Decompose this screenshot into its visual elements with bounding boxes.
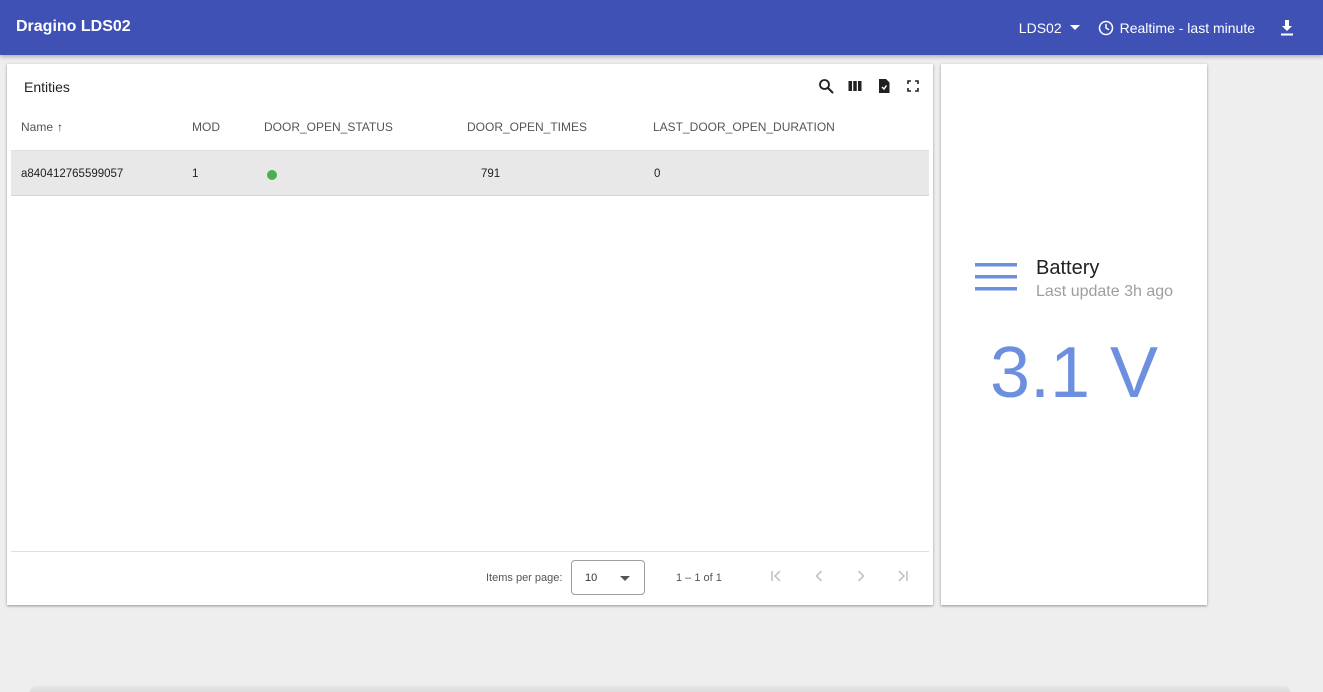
column-header-last-door-open-duration[interactable]: LAST_DOOR_OPEN_DURATION [653,120,835,134]
chevron-down-icon [1069,25,1080,30]
columns-icon[interactable] [847,78,863,94]
cell-last-door-open-duration: 0 [654,168,661,180]
page-range-label: 1 – 1 of 1 [676,572,722,584]
time-window-button[interactable]: Realtime - last minute [1098,20,1255,36]
first-page-icon[interactable] [768,568,784,584]
entities-card: Entities Name ↑ MOD DOOR_OPEN_STATUS DOOR… [7,64,933,605]
items-per-page-value: 10 [585,572,598,584]
previous-page-icon[interactable] [811,568,827,584]
sort-ascending-icon: ↑ [57,120,64,134]
items-per-page-label: Items per page: [486,572,563,584]
entities-toolbar [818,78,921,94]
battery-last-update: Last update 3h ago [1036,283,1174,300]
paginator: Items per page: 10 1 – 1 of 1 [11,551,929,605]
entities-title: Entities [24,79,70,95]
next-page-icon[interactable] [853,568,869,584]
fullscreen-icon[interactable] [905,78,921,94]
device-select[interactable]: LDS02 [1019,20,1080,36]
column-header-name[interactable]: Name ↑ [21,120,63,134]
bottom-panel-edge [30,686,1290,692]
export-icon[interactable] [876,78,892,94]
door-open-status-indicator [267,170,277,180]
battery-card: Battery Last update 3h ago 3.1 V [941,64,1207,605]
column-header-door-open-times[interactable]: DOOR_OPEN_TIMES [467,120,587,134]
download-icon[interactable] [1279,19,1295,37]
chevron-down-icon [620,576,630,581]
column-header-door-open-status[interactable]: DOOR_OPEN_STATUS [264,120,393,134]
top-bar: Dragino LDS02 LDS02 Realtime - last minu… [0,0,1323,55]
last-page-icon[interactable] [895,568,911,584]
column-header-mod[interactable]: MOD [192,120,220,134]
menu-icon [975,263,1017,291]
app-title: Dragino LDS02 [16,18,131,35]
table-row[interactable]: a840412765599057 1 791 0 [11,150,929,196]
device-select-value: LDS02 [1018,19,1062,36]
topbar-controls: LDS02 Realtime - last minute [1019,0,1295,55]
table-header: Name ↑ MOD DOOR_OPEN_STATUS DOOR_OPEN_TIM… [11,116,929,150]
cell-name: a840412765599057 [21,168,124,180]
battery-value: 3.1 V [989,333,1159,413]
column-header-label: Name [21,120,54,134]
battery-title: Battery [1036,257,1100,279]
items-per-page-select[interactable]: 10 [571,560,645,595]
cell-mod: 1 [192,168,199,180]
search-icon[interactable] [818,78,834,94]
time-window-label: Realtime - last minute [1119,19,1255,36]
clock-icon [1098,20,1113,35]
cell-door-open-times: 791 [481,168,501,180]
